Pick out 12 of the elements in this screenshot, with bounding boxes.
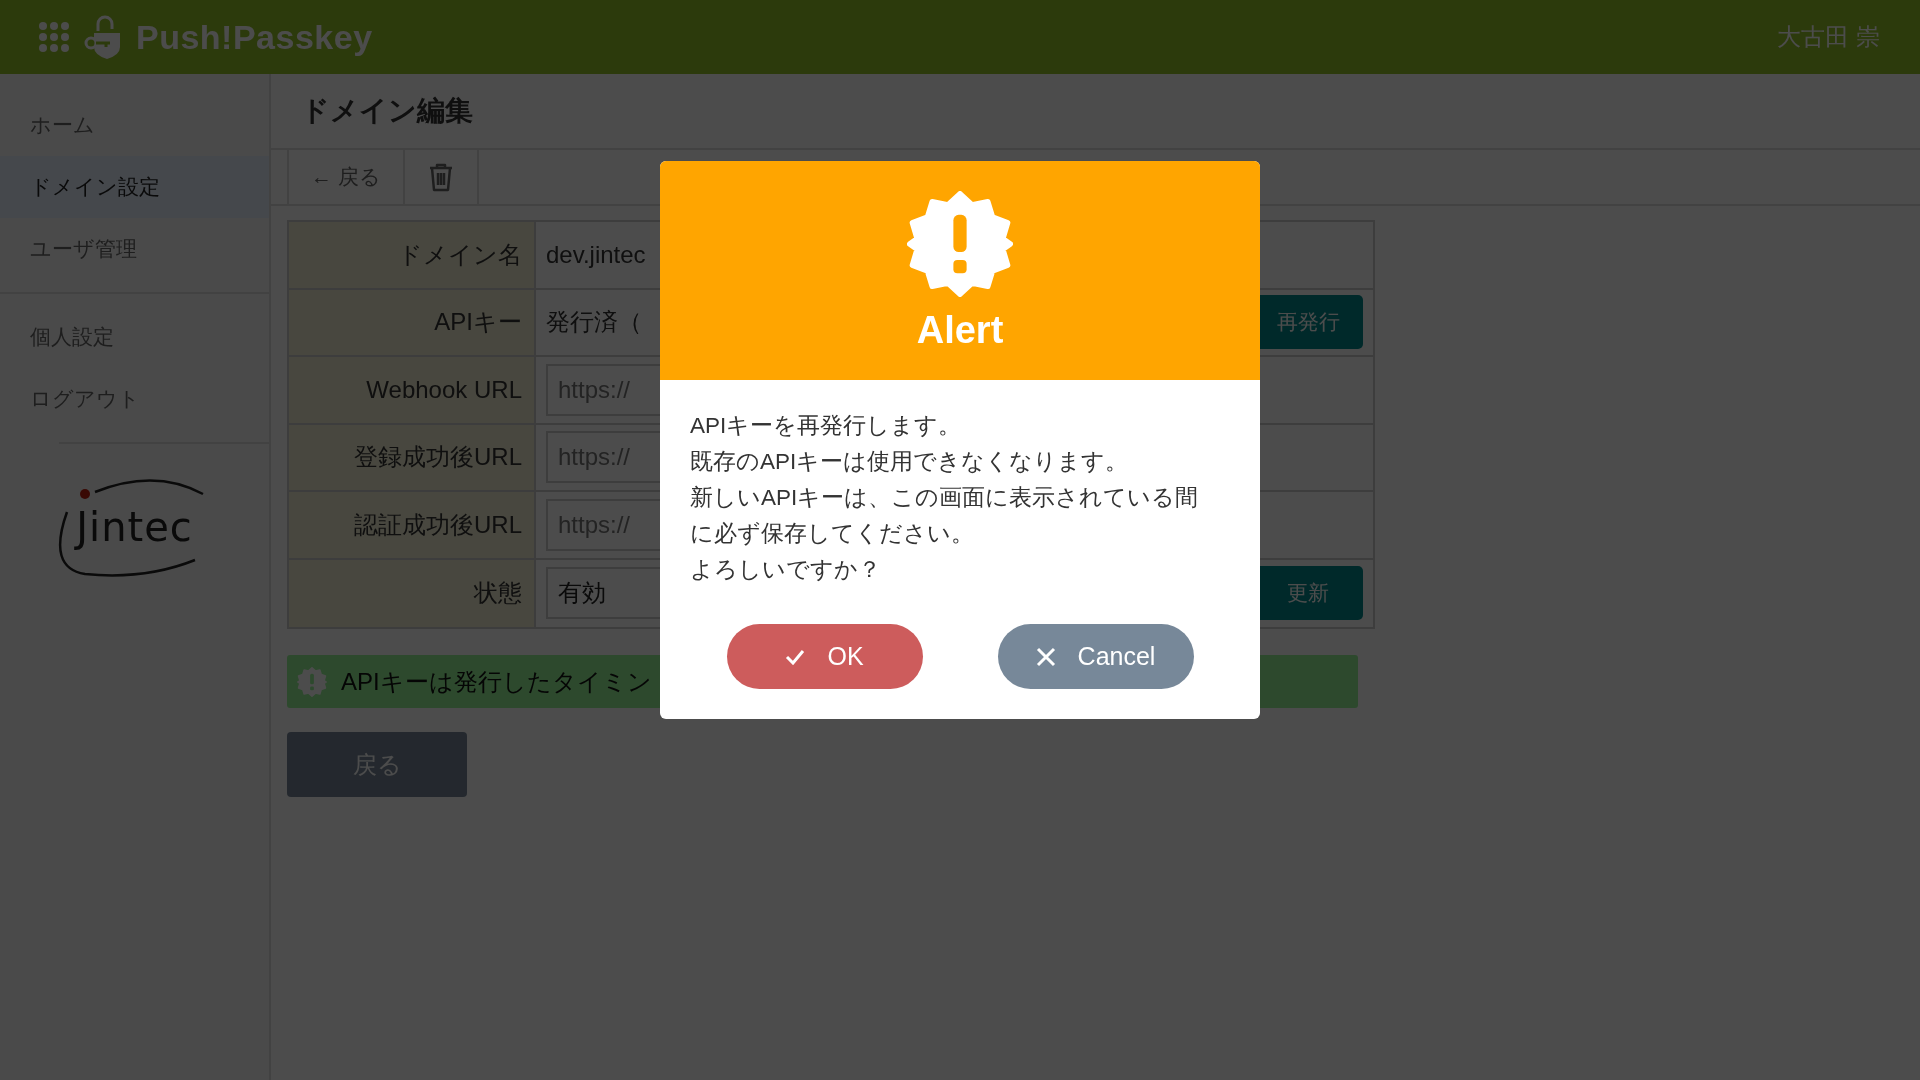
ok-button[interactable]: OK <box>726 624 923 689</box>
close-icon <box>1035 646 1056 667</box>
alert-icon <box>907 191 1013 297</box>
dialog-title: Alert <box>916 309 1004 352</box>
app-name: Push!Passkey <box>136 17 373 57</box>
domain-name-value: dev.jintec <box>546 240 646 269</box>
page-title: ドメイン編集 <box>301 94 473 128</box>
check-icon <box>785 648 806 665</box>
api-key-status: 発行済（ <box>546 307 642 338</box>
notice-text: APIキーは発行したタイミン <box>341 666 652 697</box>
dialog-message: APIキーを再発行します。 既存のAPIキーは使用できなくなります。 新しいAPIキーは、この画面に表示されている間 に必ず保存してください。 よろしいですか？ <box>689 412 1200 584</box>
cancel-button[interactable]: Cancel <box>997 624 1194 689</box>
